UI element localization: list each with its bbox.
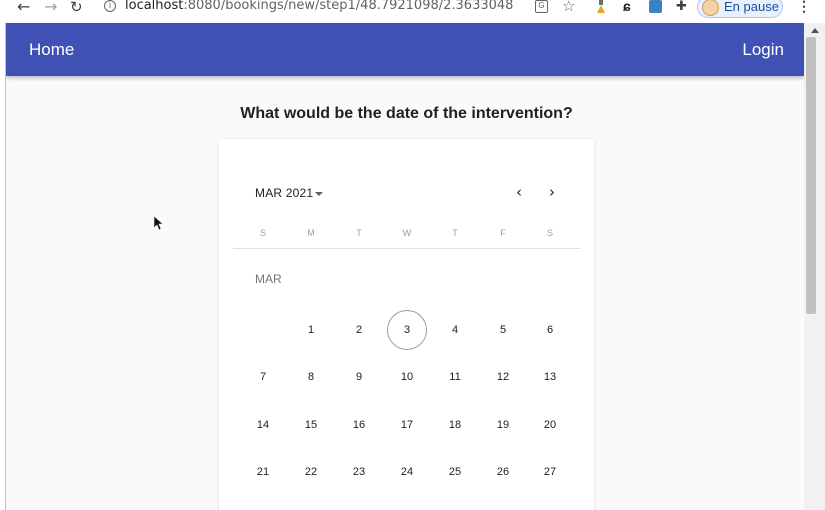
url-host: localhost: [125, 0, 184, 13]
extension-box-icon[interactable]: [649, 0, 662, 13]
day-cell[interactable]: 8: [291, 357, 331, 397]
star-icon[interactable]: ☆: [562, 0, 575, 14]
browser-toolbar: ← → ↻ i localhost:8080/bookings/new/step…: [0, 0, 825, 23]
day-cell[interactable]: 21: [243, 452, 283, 492]
day-cell[interactable]: 17: [387, 405, 427, 445]
day-cell-today[interactable]: 3: [387, 310, 427, 350]
scrollbar[interactable]: [804, 23, 825, 510]
scroll-up-arrow-icon[interactable]: [811, 28, 819, 33]
translate-icon[interactable]: G: [535, 0, 548, 13]
weekday-label: T: [452, 228, 458, 238]
day-cell[interactable]: 11: [435, 357, 475, 397]
day-cell[interactable]: 23: [339, 452, 379, 492]
month-label: MAR: [255, 272, 282, 286]
day-cell[interactable]: 14: [243, 405, 283, 445]
weekday-label: S: [546, 228, 553, 238]
profile-button[interactable]: En pause: [697, 0, 783, 18]
day-cell[interactable]: 1: [291, 310, 331, 350]
day-cell[interactable]: 6: [530, 310, 570, 350]
address-bar[interactable]: localhost:8080/bookings/new/step1/48.792…: [125, 0, 513, 13]
home-link[interactable]: Home: [29, 40, 74, 60]
divider: [233, 248, 581, 249]
weekday-label: W: [402, 228, 412, 238]
weekday-label: T: [356, 228, 362, 238]
extension-c-icon[interactable]: ɕ: [623, 0, 636, 13]
forward-arrow-icon[interactable]: →: [44, 0, 57, 16]
day-cell[interactable]: 16: [339, 405, 379, 445]
weekday-label: M: [307, 228, 315, 238]
day-cell[interactable]: 27: [530, 452, 570, 492]
date-picker-card: MAR 2021 ‹ › SMTWTFS MAR 1 2 3 4 5 6 7 8 9 10 11 12…: [219, 139, 594, 510]
day-cell[interactable]: 7: [243, 357, 283, 397]
day-cell[interactable]: 13: [530, 357, 570, 397]
day-cell[interactable]: 5: [483, 310, 523, 350]
scrollbar-thumb[interactable]: [806, 37, 816, 314]
flask-icon[interactable]: [596, 0, 606, 13]
day-cell[interactable]: 26: [483, 452, 523, 492]
profile-label: En pause: [724, 0, 779, 14]
day-cell[interactable]: 24: [387, 452, 427, 492]
day-cell[interactable]: 25: [435, 452, 475, 492]
back-arrow-icon[interactable]: ←: [17, 0, 30, 16]
day-cell[interactable]: 19: [483, 405, 523, 445]
day-cell[interactable]: 9: [339, 357, 379, 397]
day-cell[interactable]: 12: [483, 357, 523, 397]
day-cell[interactable]: 10: [387, 357, 427, 397]
month-year-selector[interactable]: MAR 2021: [255, 186, 313, 200]
page-title: What would be the date of the interventi…: [240, 105, 573, 122]
weekday-label: F: [500, 228, 506, 238]
day-cell[interactable]: 15: [291, 405, 331, 445]
weekday-label: S: [259, 228, 266, 238]
url-path: :8080/bookings/new/step1/48.7921098/2.36…: [183, 0, 514, 13]
info-icon[interactable]: i: [104, 0, 116, 12]
login-link[interactable]: Login: [742, 40, 784, 60]
day-cell[interactable]: 22: [291, 452, 331, 492]
avatar: [702, 0, 719, 16]
caret-down-icon[interactable]: [315, 192, 323, 196]
day-cell[interactable]: 2: [339, 310, 379, 350]
puzzle-icon[interactable]: ✚: [676, 0, 689, 13]
page-viewport: Home Login What would be the date of the…: [5, 23, 804, 510]
chevron-right-icon[interactable]: ›: [549, 183, 555, 201]
app-bar: Home Login: [6, 23, 804, 76]
reload-icon[interactable]: ↻: [70, 0, 83, 16]
kebab-menu-icon[interactable]: ⋮: [797, 0, 811, 13]
day-cell[interactable]: 18: [435, 405, 475, 445]
day-cell[interactable]: 20: [530, 405, 570, 445]
chevron-left-icon[interactable]: ‹: [516, 183, 522, 201]
day-cell[interactable]: 4: [435, 310, 475, 350]
